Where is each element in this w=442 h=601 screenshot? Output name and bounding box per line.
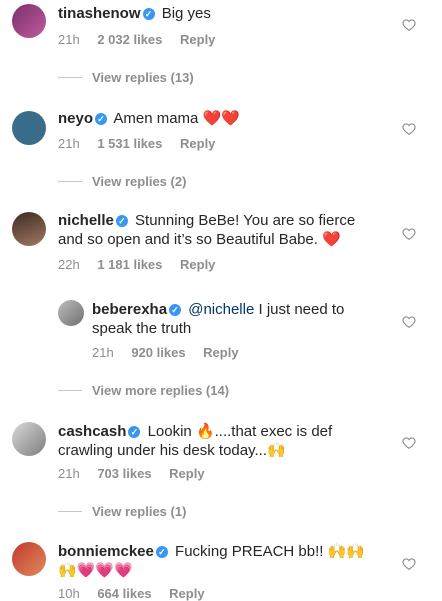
reply-button[interactable]: Reply — [180, 136, 215, 151]
like-heart-icon[interactable] — [402, 227, 416, 241]
comment-time: 21h — [58, 466, 80, 481]
divider-line — [58, 77, 82, 78]
comment-time: 21h — [58, 32, 80, 47]
comment-likes[interactable]: 1 531 likes — [97, 136, 162, 151]
comment-body-line2: crawling under his desk today... — [58, 442, 267, 459]
comment-username[interactable]: beberexha — [92, 301, 167, 318]
like-heart-icon[interactable] — [402, 557, 416, 571]
heart-emoji: ❤️ — [322, 231, 341, 248]
comment-text-line2: crawling under his desk today...🙌 — [58, 441, 286, 461]
reply-button[interactable]: Reply — [180, 32, 215, 47]
comment-meta: 22h 1 181 likes Reply — [58, 257, 229, 272]
fire-emoji: 🔥 — [195, 423, 215, 440]
comment-text-line2: 🙌💗💗💗 — [58, 561, 133, 581]
divider-line — [58, 181, 82, 182]
view-replies-button[interactable]: View replies (2) — [58, 174, 186, 189]
comment-body: Big yes — [161, 5, 211, 22]
reply-button[interactable]: Reply — [203, 345, 238, 360]
avatar[interactable] — [12, 212, 46, 246]
view-replies-label: View replies (1) — [92, 504, 187, 519]
comment-text: nichelle ✓ Stunning BeBe! You are so fier… — [58, 211, 388, 231]
comment-time: 21h — [92, 345, 114, 360]
view-replies-button[interactable]: View replies (1) — [58, 504, 186, 519]
reply-button[interactable]: Reply — [169, 586, 204, 601]
comment-text-line2: speak the truth — [92, 319, 191, 339]
comment-meta: 21h 1 531 likes Reply — [58, 136, 229, 151]
comment-time: 10h — [58, 586, 80, 601]
comment-meta: 21h 2 032 likes Reply — [58, 32, 229, 47]
avatar[interactable] — [12, 4, 46, 38]
like-heart-icon[interactable] — [402, 18, 416, 32]
like-heart-icon[interactable] — [402, 436, 416, 450]
comment-body-line2: and so open and it’s so Beautiful Babe. — [58, 231, 318, 248]
comment-text: tinashenow ✓ Big yes — [58, 4, 211, 24]
comment-meta: 21h 703 likes Reply — [58, 466, 219, 481]
comment-username[interactable]: neyo — [58, 110, 93, 127]
view-more-replies-label: View more replies (14) — [92, 383, 230, 398]
divider-line — [58, 390, 82, 391]
divider-line — [58, 511, 82, 512]
comment-time: 21h — [58, 136, 80, 151]
comment-body-after: ....that exec is def — [214, 423, 333, 440]
like-heart-icon[interactable] — [402, 122, 416, 136]
verified-badge-icon: ✓ — [155, 546, 168, 558]
reply-button[interactable]: Reply — [169, 466, 204, 481]
comment-username[interactable]: nichelle — [58, 212, 114, 229]
comment-likes[interactable]: 2 032 likes — [97, 32, 162, 47]
heart-emoji: ❤️❤️ — [202, 110, 240, 127]
verified-badge-icon: ✓ — [115, 215, 128, 227]
comment-likes[interactable]: 703 likes — [97, 466, 151, 481]
comment-meta: 10h 664 likes Reply — [58, 586, 219, 601]
view-more-replies-button[interactable]: View more replies (14) — [58, 383, 229, 398]
verified-badge-icon: ✓ — [142, 8, 155, 20]
mention-link[interactable]: @nichelle — [188, 301, 254, 318]
avatar[interactable] — [12, 422, 46, 456]
comment-username[interactable]: bonniemckee — [58, 543, 154, 560]
verified-badge-icon: ✓ — [95, 113, 108, 125]
comment-text: bonniemckee ✓ Fucking PREACH bb!! 🙌🙌 — [58, 542, 365, 562]
view-replies-button[interactable]: View replies (13) — [58, 70, 194, 85]
like-heart-icon[interactable] — [402, 315, 416, 329]
comment-text: cashcash ✓ Lookin 🔥....that exec is def — [58, 422, 332, 442]
view-replies-label: View replies (13) — [92, 70, 194, 85]
comment-username[interactable]: cashcash — [58, 423, 126, 440]
reply-button[interactable]: Reply — [180, 257, 215, 272]
raised-hands-emoji: 🙌🙌 — [327, 543, 365, 560]
verified-badge-icon: ✓ — [169, 304, 182, 316]
comment-username[interactable]: tinashenow — [58, 5, 141, 22]
comment-body-line2: speak the truth — [92, 320, 192, 337]
comment-meta: 21h 920 likes Reply — [92, 345, 253, 360]
comment-body: Fucking PREACH bb!! — [175, 543, 324, 560]
comment-likes[interactable]: 920 likes — [131, 345, 185, 360]
comment-likes[interactable]: 1 181 likes — [97, 257, 162, 272]
comment-text-line2: and so open and it’s so Beautiful Babe. … — [58, 230, 341, 250]
avatar[interactable] — [12, 111, 46, 145]
verified-badge-icon: ✓ — [128, 426, 141, 438]
comment-body: Stunning BeBe! You are so fierce — [135, 212, 356, 229]
comment-time: 22h — [58, 257, 80, 272]
comment-body: Amen mama — [113, 110, 199, 127]
emoji-line: 🙌💗💗💗 — [58, 562, 133, 579]
comment-body: Lookin — [147, 423, 192, 440]
comment-likes[interactable]: 664 likes — [97, 586, 151, 601]
comment-body: I just need to — [258, 301, 345, 318]
avatar[interactable] — [58, 300, 84, 326]
comment-text: beberexha ✓ @nichelle I just need to — [92, 300, 344, 320]
avatar[interactable] — [12, 542, 46, 576]
comment-text: neyo ✓ Amen mama ❤️❤️ — [58, 109, 240, 129]
raised-hands-emoji: 🙌 — [267, 442, 286, 459]
view-replies-label: View replies (2) — [92, 174, 187, 189]
